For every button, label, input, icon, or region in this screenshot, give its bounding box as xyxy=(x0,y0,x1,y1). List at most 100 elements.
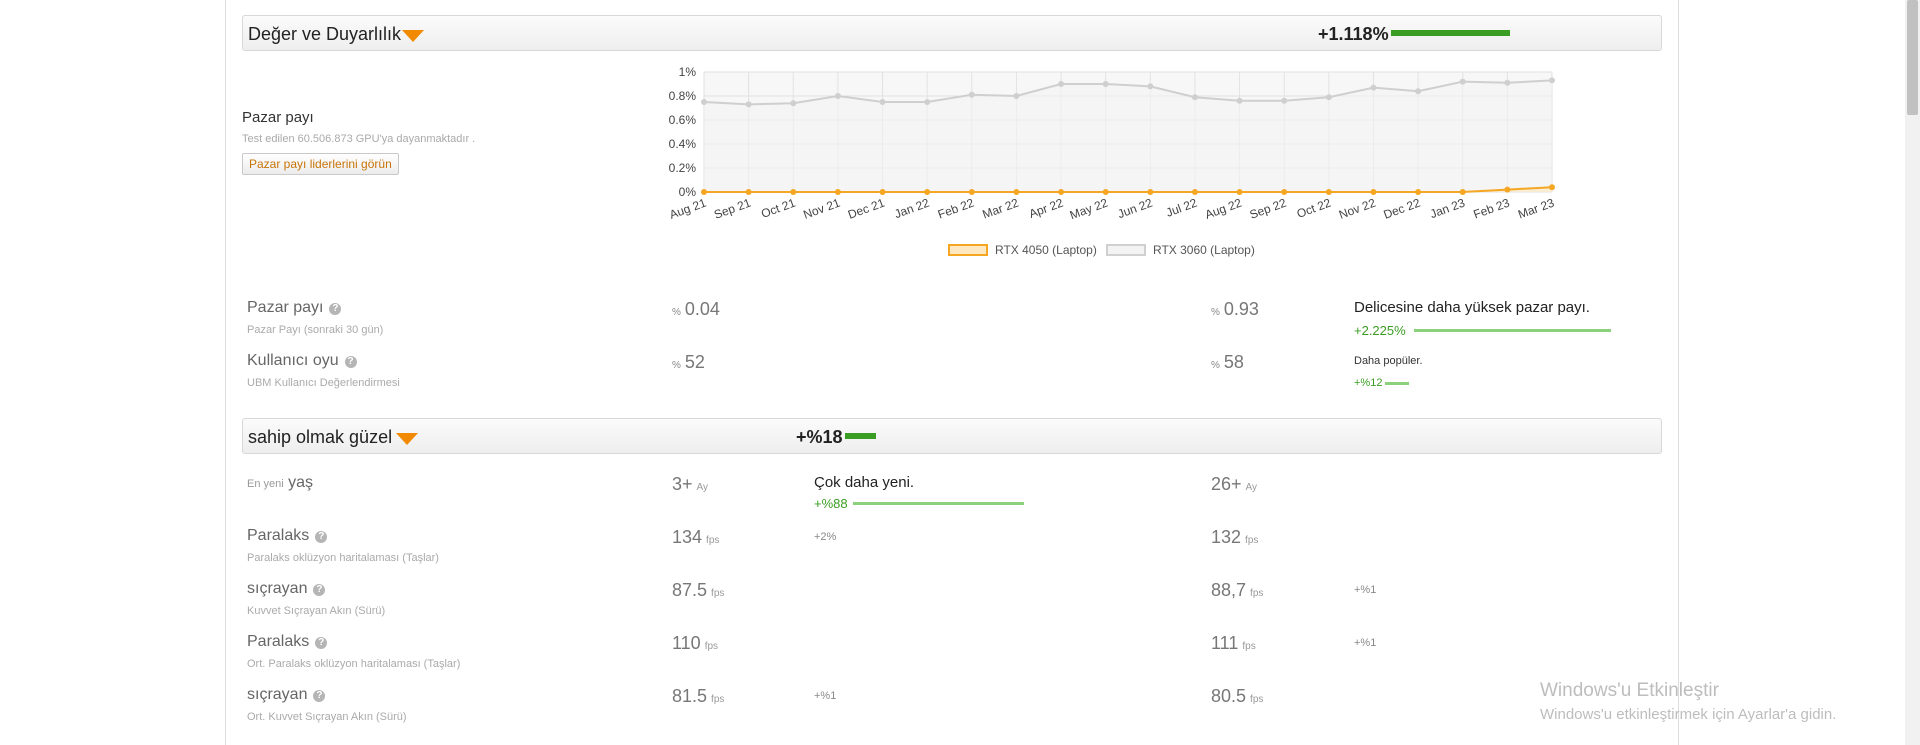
value-prefix: % xyxy=(672,307,681,318)
data-point xyxy=(1549,184,1555,191)
data-point xyxy=(1281,189,1288,195)
data-point xyxy=(1013,93,1020,99)
data-point xyxy=(1058,189,1065,195)
x-tick-label: Jan 23 xyxy=(1428,196,1467,222)
y-tick-label: 1% xyxy=(679,65,697,79)
data-point xyxy=(924,99,931,105)
legend-label-rtx4050[interactable]: RTX 4050 (Laptop) xyxy=(995,243,1097,257)
market-leaders-button[interactable]: Pazar payı liderlerini görün xyxy=(242,153,399,175)
comparison-pct-age: +%88 xyxy=(814,496,848,511)
row-label-age: En yeni yaş xyxy=(247,474,313,492)
value-number: 58 xyxy=(1223,352,1244,372)
data-point xyxy=(1013,189,1020,195)
x-tick-label: Dec 22 xyxy=(1382,196,1423,222)
row-label-text: Paralaks xyxy=(247,633,310,650)
section-header-nice-to-have[interactable]: sahip olmak güzel +%18 xyxy=(242,418,1662,454)
legend-swatch-rtx3060[interactable] xyxy=(1106,244,1146,256)
value-prefix: % xyxy=(1211,360,1220,371)
row-label-parallax: Paralaks? xyxy=(247,527,328,545)
x-tick-label: Mar 23 xyxy=(1516,196,1556,222)
row-sub-market-share: Pazar Payı (sonraki 30 gün) xyxy=(247,324,384,336)
data-point xyxy=(834,93,841,99)
x-tick-label: Nov 21 xyxy=(801,196,842,222)
value-number: 132 xyxy=(1211,527,1242,547)
help-icon[interactable]: ? xyxy=(313,690,326,702)
help-icon[interactable]: ? xyxy=(315,637,328,649)
x-tick-label: Sep 21 xyxy=(712,196,753,222)
data-point xyxy=(1102,189,1109,195)
value-number: 0.04 xyxy=(684,299,720,319)
value-a-splatter: 87.5 fps xyxy=(672,580,724,601)
data-point xyxy=(701,99,707,105)
x-tick-label: Feb 23 xyxy=(1471,196,1511,222)
data-point xyxy=(1147,83,1154,90)
data-point xyxy=(968,189,975,195)
value-number: 134 xyxy=(672,527,703,547)
help-icon[interactable]: ? xyxy=(315,531,328,543)
x-tick-label: Oct 22 xyxy=(1295,196,1333,221)
value-unit: Ay xyxy=(696,482,709,493)
value-number: 111 xyxy=(1211,633,1239,653)
value-number: 3+ xyxy=(672,474,693,494)
legend-swatch-rtx4050[interactable] xyxy=(948,244,988,256)
x-tick-label: Oct 21 xyxy=(759,196,797,221)
scrollbar-track[interactable] xyxy=(1905,0,1920,745)
x-tick-label: Jun 22 xyxy=(1116,196,1155,222)
score-bar xyxy=(1391,30,1510,36)
row-label-avg-parallax: Paralaks? xyxy=(247,633,328,651)
comparison-market-share: Delicesine daha yüksek pazar payı. xyxy=(1354,299,1590,316)
value-unit: fps xyxy=(1242,641,1256,652)
data-point xyxy=(834,189,841,195)
help-icon[interactable]: ? xyxy=(344,356,357,368)
help-icon[interactable]: ? xyxy=(329,303,342,315)
value-b-avg-splatter: 80.5 fps xyxy=(1211,686,1263,707)
comparison-age: Çok daha yeni. xyxy=(814,474,915,491)
row-sub-parallax: Paralaks oklüzyon haritalaması (Taşlar) xyxy=(247,552,439,564)
y-tick-label: 0.6% xyxy=(669,113,697,127)
row-label-market-share: Pazar payı? xyxy=(247,299,342,317)
x-tick-label: Jul 22 xyxy=(1164,196,1199,220)
data-point xyxy=(1415,189,1422,195)
data-point xyxy=(1504,186,1511,193)
x-tick-label: Jan 22 xyxy=(893,196,932,222)
data-point xyxy=(701,189,707,195)
value-number: 110 xyxy=(672,633,701,653)
row-label-text: Kullanıcı oyu xyxy=(247,352,339,369)
value-a-avg-parallax: 110 fps xyxy=(672,633,718,654)
data-point xyxy=(1370,189,1377,195)
legend-label-rtx3060[interactable]: RTX 3060 (Laptop) xyxy=(1153,243,1255,257)
data-point xyxy=(879,99,886,105)
caret-down-icon[interactable] xyxy=(396,433,418,445)
caret-down-icon[interactable] xyxy=(402,30,424,42)
row-label-text: Paralaks xyxy=(247,527,310,544)
windows-activation-text: Windows'u etkinleştirmek için Ayarlar'a … xyxy=(1540,706,1837,723)
row-sub-avg-splatter: Ort. Kuvvet Sıçrayan Akın (Sürü) xyxy=(247,711,407,723)
delta-a-parallax: +2% xyxy=(814,531,837,543)
help-icon[interactable]: ? xyxy=(313,584,326,596)
data-point xyxy=(1415,88,1422,95)
scrollbar-thumb[interactable] xyxy=(1907,0,1918,115)
row-label-text: Pazar payı xyxy=(247,299,324,316)
value-number: 80.5 xyxy=(1211,686,1247,706)
value-unit: fps xyxy=(711,588,725,599)
value-a-avg-splatter: 81.5 fps xyxy=(672,686,724,707)
value-unit: fps xyxy=(704,641,719,652)
value-b-splatter: 88,7 fps xyxy=(1211,580,1263,601)
value-number: 88,7 xyxy=(1211,580,1247,600)
data-point xyxy=(1147,189,1154,195)
x-tick-label: Sep 22 xyxy=(1248,196,1289,222)
score-bar xyxy=(845,433,876,439)
value-b-user-rating: % 58 xyxy=(1211,352,1244,373)
value-number: 0.93 xyxy=(1223,299,1259,319)
y-tick-label: 0.2% xyxy=(669,161,697,175)
x-tick-label: Feb 22 xyxy=(936,196,976,222)
data-point xyxy=(1325,189,1332,195)
data-point xyxy=(1191,94,1198,101)
comparison-bar-market-share xyxy=(1414,329,1611,332)
data-point xyxy=(745,101,752,108)
data-point xyxy=(879,189,886,195)
value-b-age: 26+ Ay xyxy=(1211,474,1257,495)
data-point xyxy=(790,100,797,107)
data-point xyxy=(1370,84,1377,91)
section-header-value[interactable]: Değer ve Duyarlılık +1.118% xyxy=(242,15,1662,51)
